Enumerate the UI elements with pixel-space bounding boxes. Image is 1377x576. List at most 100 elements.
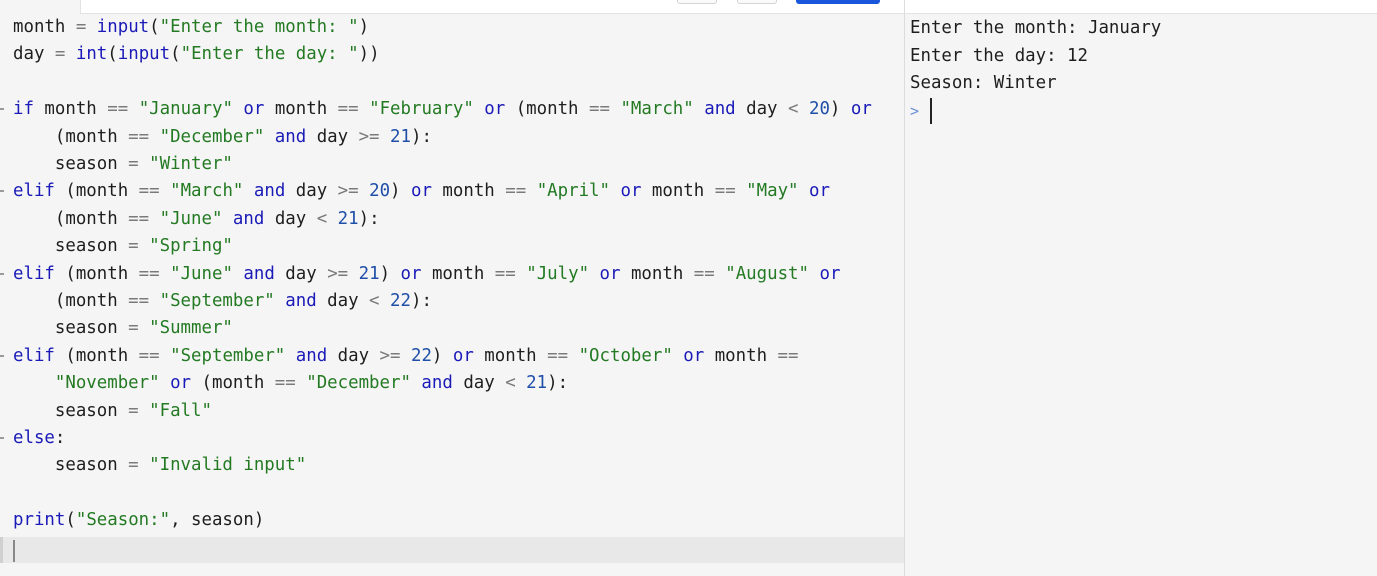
code-token: or <box>452 345 474 366</box>
code-token: < <box>316 208 328 229</box>
code-line[interactable]: if month == "January" or month == "Febru… <box>13 98 872 120</box>
code-token: == <box>777 345 799 366</box>
code-token: and <box>704 99 736 120</box>
code-token: input <box>117 44 171 65</box>
code-token: day <box>327 345 380 366</box>
fold-marker-icon[interactable] <box>0 190 4 193</box>
code-token: >= <box>379 345 401 366</box>
code-token: == <box>547 345 569 366</box>
code-line[interactable]: elif (month == "March" and day >= 20) or… <box>13 180 830 202</box>
fold-marker-icon[interactable] <box>0 108 4 111</box>
console-cursor[interactable] <box>930 98 932 124</box>
fold-marker-icon[interactable] <box>0 272 4 275</box>
code-token: "Enter the day: " <box>180 44 359 65</box>
code-line[interactable]: season = "Summer" <box>13 317 233 339</box>
code-token: season <box>13 400 129 421</box>
code-line[interactable]: print("Season:", season) <box>13 509 264 531</box>
code-line[interactable]: elif (month == "September" and day >= 22… <box>13 345 798 367</box>
code-line[interactable]: else: <box>13 427 65 449</box>
fold-marker-icon[interactable] <box>0 437 4 439</box>
toolbar-button-2[interactable] <box>737 0 777 4</box>
code-token: ( <box>107 44 118 65</box>
code-token: or <box>850 99 872 120</box>
code-token: = <box>44 44 76 65</box>
editor-toolbar <box>80 0 904 14</box>
code-token: ) <box>390 181 411 202</box>
console-output-line: Enter the month: January <box>910 18 1162 38</box>
code-token: == <box>138 345 160 366</box>
code-token: == <box>494 263 516 284</box>
code-line[interactable]: season = "Winter" <box>13 153 233 175</box>
code-token: month <box>421 263 495 284</box>
console-panel[interactable]: Enter the month: January Enter the day: … <box>905 0 1377 576</box>
code-line[interactable]: (month == "June" and day < 21): <box>13 208 380 230</box>
code-token: 21 <box>526 373 548 394</box>
code-token: else <box>13 428 55 448</box>
code-editor[interactable]: month = input("Enter the month: ") day = … <box>0 14 904 576</box>
code-token: or <box>484 99 506 120</box>
code-token: season <box>13 236 129 257</box>
code-line[interactable]: day = int(input("Enter the day: ")) <box>13 43 380 65</box>
code-token: == <box>138 181 160 202</box>
code-token: "October" <box>578 345 673 366</box>
code-token: or <box>599 263 621 284</box>
code-line[interactable]: (month == "December" and day >= 21): <box>13 126 432 148</box>
code-token: if <box>13 99 34 120</box>
console-topbar <box>905 0 1377 14</box>
code-line[interactable]: season = "Fall" <box>13 400 212 422</box>
code-token: == <box>107 99 129 120</box>
code-token: ) <box>829 99 851 120</box>
code-line[interactable]: season = "Invalid input" <box>13 454 306 476</box>
code-line[interactable]: (month == "September" and day < 22): <box>13 290 432 312</box>
code-line[interactable]: elif (month == "June" and day >= 21) or … <box>13 263 840 285</box>
code-token: "September" <box>170 345 286 366</box>
code-token: "Summer" <box>149 318 233 339</box>
code-token: )) <box>358 44 380 65</box>
code-line[interactable]: "November" or (month == "December" and d… <box>13 372 568 394</box>
code-token: ( <box>170 44 181 65</box>
console-output-line: Enter the day: 12 <box>910 46 1088 66</box>
code-token: day <box>13 44 45 65</box>
code-token: >= <box>358 126 380 147</box>
code-token: month <box>473 345 548 366</box>
code-token: = <box>128 236 139 257</box>
code-token: "March" <box>170 181 244 202</box>
editor-cursor <box>13 540 15 562</box>
code-token: month <box>704 345 778 366</box>
code-token: and <box>285 291 317 311</box>
code-token: "July" <box>526 263 590 284</box>
fold-marker-icon[interactable] <box>0 354 4 357</box>
code-token: "December" <box>306 373 411 394</box>
code-token: "May" <box>746 181 799 202</box>
code-token: print <box>13 510 66 531</box>
toolbar-button-1[interactable] <box>677 0 717 4</box>
code-token: "January" <box>138 99 233 120</box>
code-token: 21 <box>337 208 359 229</box>
code-line[interactable]: month = input("Enter the month: ") <box>13 16 369 38</box>
code-token: int <box>75 44 108 65</box>
code-token: == <box>128 291 150 311</box>
code-line[interactable]: season = "Spring" <box>13 235 233 257</box>
code-token: and <box>232 208 265 229</box>
run-button[interactable] <box>796 0 880 4</box>
code-token: = <box>128 400 139 421</box>
code-token: = <box>128 455 139 476</box>
code-token: "February" <box>369 99 474 120</box>
code-token: (month <box>54 345 139 366</box>
